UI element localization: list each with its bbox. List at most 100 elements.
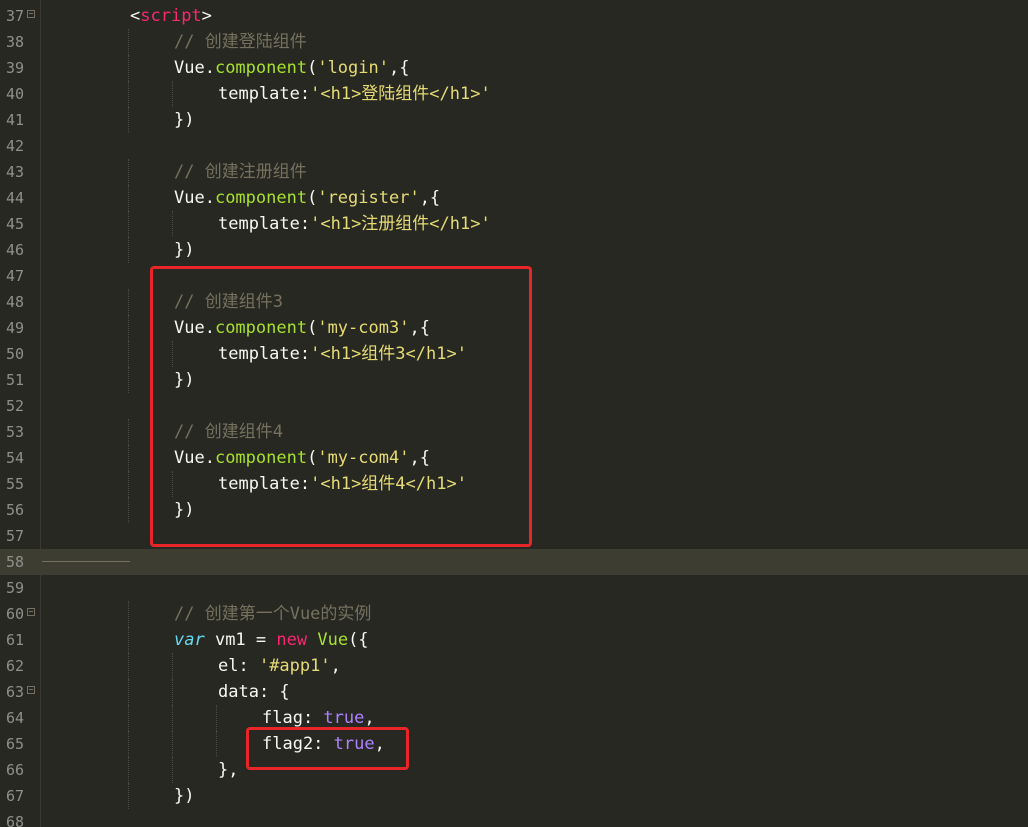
line-number: 45 — [5, 215, 24, 233]
code-line[interactable]: 45 template:'<h1>注册组件</h1>' — [0, 211, 1028, 237]
indent-guide — [172, 653, 173, 679]
code-text[interactable]: Vue.component('login',{ — [174, 55, 409, 81]
code-token: // 创建登陆组件 — [174, 32, 307, 52]
line-number: 64 — [5, 709, 24, 727]
code-line[interactable]: 65 flag2: true, — [0, 731, 1028, 757]
code-token: '<h1>登陆组件</h1>' — [310, 84, 491, 104]
line-number: 67 — [5, 787, 24, 805]
code-text[interactable]: Vue.component('register',{ — [174, 185, 440, 211]
code-token: ,{ — [388, 58, 410, 78]
line-number: 43 — [5, 163, 24, 181]
line-number: 65 — [5, 735, 24, 753]
indent-guide — [128, 341, 129, 367]
line-number: 37 — [5, 7, 24, 25]
indent-guide — [128, 315, 129, 341]
code-line[interactable]: 42 — [0, 133, 1028, 159]
code-text[interactable]: // 创建第一个Vue的实例 — [174, 601, 371, 627]
code-text[interactable]: template:'<h1>登陆组件</h1>' — [218, 81, 491, 107]
line-number: 47 — [5, 267, 24, 285]
fold-toggle-icon[interactable] — [27, 608, 35, 616]
code-line[interactable]: 41}) — [0, 107, 1028, 133]
indent-guide — [172, 757, 173, 783]
line-number: 51 — [5, 371, 24, 389]
code-text[interactable]: }) — [174, 107, 194, 133]
indent-guide — [128, 627, 129, 653]
code-text[interactable]: el: '#app1', — [218, 653, 341, 679]
code-token: }) — [174, 240, 195, 260]
code-text[interactable]: var vm1 = new Vue({ — [174, 627, 369, 653]
code-line[interactable]: 67}) — [0, 783, 1028, 809]
code-line[interactable]: 58 — [0, 549, 1028, 575]
code-line[interactable]: 64 flag: true, — [0, 705, 1028, 731]
indent-guide — [128, 81, 129, 107]
indent-guide — [128, 159, 129, 185]
indent-guide — [172, 81, 173, 107]
code-line[interactable]: 62 el: '#app1', — [0, 653, 1028, 679]
code-token: component — [214, 188, 308, 208]
fold-toggle-icon[interactable] — [27, 10, 35, 18]
code-line[interactable]: 68 — [0, 809, 1028, 827]
code-text[interactable]: data: { — [218, 679, 290, 705]
line-number: 56 — [5, 501, 24, 519]
code-token: '<h1>注册组件</h1>' — [310, 214, 491, 234]
code-token: }, — [218, 760, 239, 780]
line-number: 50 — [5, 345, 24, 363]
indent-guide — [128, 471, 129, 497]
indent-guide — [128, 289, 129, 315]
code-token: true — [323, 708, 365, 728]
code-token: template: — [218, 214, 311, 234]
code-line[interactable]: 37 <script> — [0, 3, 1028, 29]
code-text[interactable]: <script> — [130, 3, 212, 29]
code-line[interactable]: 61 var vm1 = new Vue({ — [0, 627, 1028, 653]
indent-guide — [128, 497, 129, 523]
line-number: 44 — [5, 189, 24, 207]
code-line[interactable]: 40 template:'<h1>登陆组件</h1>' — [0, 81, 1028, 107]
indent-guide — [128, 783, 129, 809]
code-text[interactable]: }) — [174, 237, 194, 263]
indent-guide — [216, 705, 217, 731]
highlight-box-flag2 — [246, 727, 409, 770]
code-token: > — [201, 6, 212, 26]
code-token: new — [276, 630, 308, 650]
code-line[interactable]: 63 data: { — [0, 679, 1028, 705]
code-token: component — [214, 58, 308, 78]
fold-toggle-icon[interactable] — [27, 686, 35, 694]
code-token: < — [130, 6, 141, 26]
line-number: 60 — [5, 605, 24, 623]
line-number: 57 — [5, 527, 24, 545]
line-number: 52 — [5, 397, 24, 415]
code-line[interactable]: 44 Vue.component('register',{ — [0, 185, 1028, 211]
code-line[interactable]: 66}, — [0, 757, 1028, 783]
code-token: '#app1' — [258, 656, 331, 676]
line-number: 54 — [5, 449, 24, 467]
line-number: 41 — [5, 111, 24, 129]
line-number: 40 — [5, 85, 24, 103]
code-line[interactable]: 39 Vue.component('login',{ — [0, 55, 1028, 81]
code-editor[interactable]: 37 <script> 38// 创建登陆组件 39 Vue.component('lo… — [0, 0, 1028, 827]
code-line[interactable]: 60 // 创建第一个Vue的实例 — [0, 601, 1028, 627]
code-text[interactable]: // 创建登陆组件 — [174, 29, 307, 55]
code-line[interactable]: 59 — [0, 575, 1028, 601]
code-token: Vue — [317, 630, 349, 650]
code-line[interactable]: 43 // 创建注册组件 — [0, 159, 1028, 185]
code-text[interactable]: template:'<h1>注册组件</h1>' — [218, 211, 491, 237]
indent-guide — [128, 107, 129, 133]
indent-guide — [128, 185, 129, 211]
code-token: 'login' — [317, 58, 389, 78]
indent-guide — [128, 237, 129, 263]
indent-guide — [216, 731, 217, 757]
code-token: script — [140, 6, 202, 26]
code-text[interactable]: }, — [218, 757, 238, 783]
indent-guide — [128, 601, 129, 627]
code-token: template: — [218, 84, 311, 104]
line-number: 58 — [5, 553, 24, 571]
indent-guide — [172, 731, 173, 757]
line-number: 62 — [5, 657, 24, 675]
code-line[interactable]: 46}) — [0, 237, 1028, 263]
code-text[interactable]: }) — [174, 783, 194, 809]
line-number: 38 — [5, 33, 24, 51]
code-text[interactable]: // 创建注册组件 — [174, 159, 307, 185]
line-number: 49 — [5, 319, 24, 337]
code-line[interactable]: 38 // 创建登陆组件 — [0, 29, 1028, 55]
indent-guide — [172, 705, 173, 731]
